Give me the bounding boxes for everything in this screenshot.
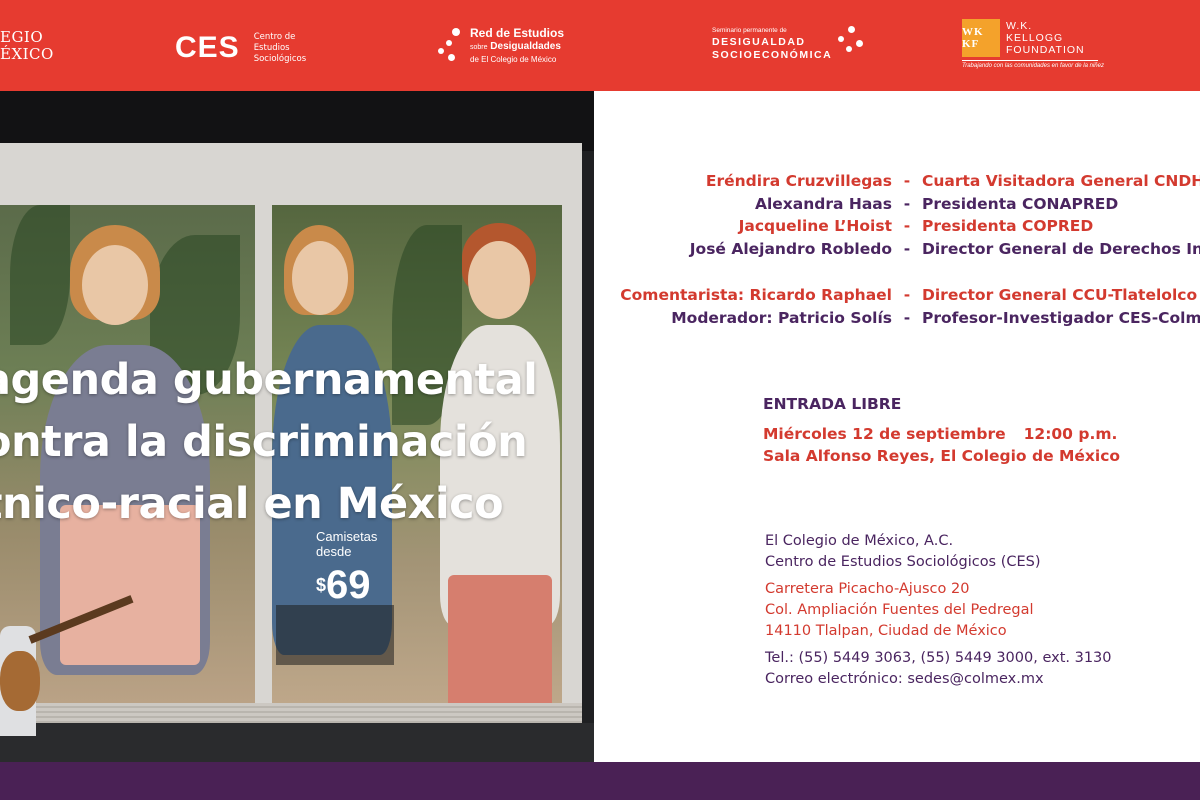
red-logo-line1: Red de Estudios	[470, 26, 565, 40]
event-place: Sala Alfonso Reyes, El Colegio de México	[763, 447, 1121, 465]
speaker-name: Comentarista: Ricardo Raphael	[620, 286, 892, 304]
colmex-logo-line2: ÉXICO	[0, 45, 54, 63]
event-details: ENTRADA LIBRE Miércoles 12 de septiembre…	[763, 393, 1120, 467]
email-link[interactable]: Correo electrónico: sedes@colmex.mx	[765, 669, 1112, 690]
event-date: Miércoles 12 de septiembre	[763, 425, 1006, 443]
speaker-role: Profesor-Investigador CES-Colm	[922, 308, 1200, 327]
dots-icon	[838, 26, 868, 56]
separator: -	[903, 286, 911, 304]
speaker-role: Director General de Derechos Ind	[922, 239, 1200, 258]
speaker-role: Director General CCU-Tlatelolco	[922, 286, 1198, 304]
ces-logo-mark: CES	[175, 31, 240, 64]
speaker-row: Eréndira Cruzvillegas - Cuarta Visitador…	[600, 170, 1200, 193]
kellogg-mark-icon: WK KF	[962, 19, 1000, 57]
speaker-row: Jacqueline L’Hoist - Presidenta COPRED	[600, 215, 1200, 238]
city: 14110 Tlalpan, Ciudad de México	[765, 623, 1007, 639]
moderator-row: Moderador: Patricio Solís - Profesor-Inv…	[600, 307, 1200, 330]
institution-name: El Colegio de México, A.C.	[765, 533, 954, 549]
speaker-list: Eréndira Cruzvillegas - Cuarta Visitador…	[600, 170, 1200, 329]
seminario-logo[interactable]: Seminario permanente de DESIGUALDAD SOCI…	[712, 26, 868, 62]
footer-bar	[0, 762, 1200, 800]
separator: -	[903, 194, 911, 213]
ces-logo[interactable]: CES Centro de Estudios Sociológicos	[175, 31, 306, 65]
ces-logo-subtitle: Centro de Estudios Sociológicos	[253, 31, 307, 64]
event-photo: Camisetas desde $69 agenda gubernamental…	[0, 91, 594, 762]
kellogg-foundation-logo[interactable]: WK KF W.K. KELLOGG FOUNDATION Trabajando…	[962, 19, 1104, 69]
colmex-logo[interactable]: EGIO ÉXICO	[0, 29, 54, 63]
sidewalk	[0, 723, 594, 762]
price-value: 69	[326, 563, 371, 607]
seminario-line1: Seminario permanente de	[712, 27, 787, 34]
speaker-role: Cuarta Visitadora General CNDH	[922, 172, 1200, 190]
event-time: 12:00 p.m.	[1023, 425, 1118, 443]
street: Carretera Picacho-Ajusco 20	[765, 581, 970, 597]
speaker-name: Eréndira Cruzvillegas	[705, 172, 892, 190]
red-logo-line2: Desigualdades	[490, 41, 561, 52]
photo-top-band	[0, 91, 594, 151]
speaker-name: José Alejandro Robledo	[689, 239, 892, 258]
seminario-line2: DESIGUALDAD	[712, 36, 806, 48]
center-name: Centro de Estudios Sociológicos (CES)	[765, 554, 1041, 570]
contact-address: El Colegio de México, A.C. Centro de Est…	[765, 531, 1112, 696]
event-title: agenda gubernamental ontra la discrimina…	[0, 355, 538, 529]
price-line2: desde	[316, 544, 352, 559]
speaker-role: Presidenta CONAPRED	[922, 194, 1119, 213]
dots-icon	[436, 26, 466, 66]
red-estudios-logo[interactable]: Red de Estudios sobre Desigualdades de E…	[436, 26, 564, 66]
seminario-line3: SOCIOECONÓMICA	[712, 49, 833, 61]
speaker-name: Alexandra Haas	[754, 194, 892, 213]
colmex-logo-line1: EGIO	[0, 28, 44, 46]
colonia: Col. Ampliación Fuentes del Pedregal	[765, 602, 1034, 618]
separator: -	[903, 217, 911, 235]
kellogg-tagline: Trabajando con las comunidades en favor …	[962, 63, 1104, 69]
shutter	[0, 703, 582, 723]
separator: -	[903, 239, 911, 258]
red-logo-small: sobre	[470, 44, 488, 51]
red-logo-line3: de El Colegio de México	[470, 55, 557, 64]
commentator-row: Comentarista: Ricardo Raphael - Director…	[600, 284, 1200, 307]
guitar-icon	[0, 651, 40, 711]
price-symbol: $	[316, 575, 327, 595]
phone: Tel.: (55) 5449 3063, (55) 5449 3000, ex…	[765, 650, 1112, 666]
sponsor-header: EGIO ÉXICO CES Centro de Estudios Sociol…	[0, 0, 1200, 91]
kellogg-divider	[962, 60, 1098, 61]
separator: -	[903, 308, 911, 327]
separator: -	[903, 172, 911, 190]
price-tag: Camisetas desde $69	[316, 529, 377, 605]
speaker-name: Moderador: Patricio Solís	[671, 308, 892, 327]
kellogg-name: W.K. KELLOGG FOUNDATION	[1006, 20, 1085, 56]
speaker-row: Alexandra Haas - Presidenta CONAPRED	[600, 193, 1200, 216]
speaker-row: José Alejandro Robledo - Director Genera…	[600, 238, 1200, 261]
price-shade	[276, 605, 394, 665]
speaker-role: Presidenta COPRED	[922, 217, 1094, 235]
speaker-name: Jacqueline L’Hoist	[738, 217, 892, 235]
entrada-libre: ENTRADA LIBRE	[763, 395, 902, 413]
